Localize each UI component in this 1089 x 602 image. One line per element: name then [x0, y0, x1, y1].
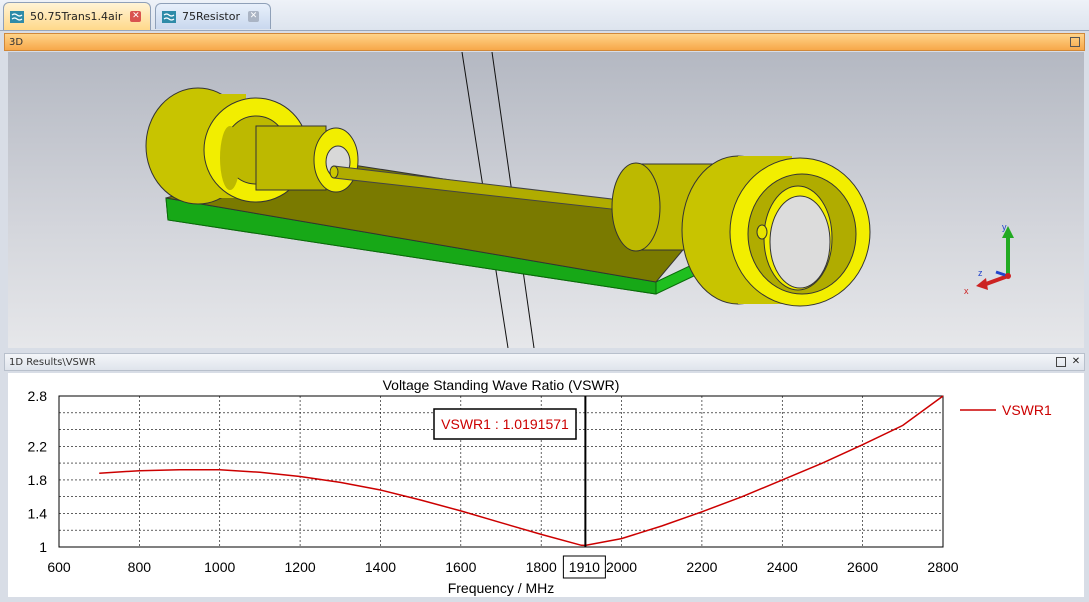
x-tick-label: 600	[47, 559, 71, 575]
vswr-plot-area[interactable]: 1 1.4 1.8 2.2 2.8 600 800 1000 1200 1400 1600 1800 2…	[8, 373, 1084, 597]
tab-label: 50.75Trans1.4air	[30, 10, 123, 23]
panel-3d-header: 3D	[4, 33, 1085, 51]
3d-view[interactable]: y z x	[8, 52, 1084, 348]
x-tick-label: 800	[128, 559, 152, 575]
chart-title: Voltage Standing Wave Ratio (VSWR)	[383, 377, 620, 393]
x-tick-label: 2800	[927, 559, 958, 575]
close-icon[interactable]: ✕	[248, 11, 259, 22]
marker-x-value: 1910	[569, 559, 600, 575]
y-tick-label: 2.2	[28, 438, 48, 454]
tab-50-75trans1-4air[interactable]: 50.75Trans1.4air ✕	[3, 2, 151, 30]
panel-1d-title: 1D Results\VSWR	[9, 356, 96, 368]
axis-z-label: z	[978, 268, 983, 278]
y-tick-label: 1.4	[28, 505, 48, 521]
vswr-chart: 1 1.4 1.8 2.2 2.8 600 800 1000 1200 1400 1600 1800 2…	[28, 377, 1052, 596]
tab-75resistor[interactable]: 75Resistor ✕	[155, 3, 271, 29]
legend-label: VSWR1	[1002, 402, 1052, 418]
y-tick-label: 1.8	[28, 472, 48, 488]
axis-y-label: y	[1002, 222, 1007, 232]
maximize-icon[interactable]	[1056, 357, 1066, 367]
close-icon[interactable]: ✕	[130, 11, 142, 22]
x-tick-label: 1800	[526, 559, 557, 575]
x-tick-label: 1400	[365, 559, 396, 575]
x-tick-label: 2000	[606, 559, 637, 575]
document-tab-bar: 50.75Trans1.4air ✕ 75Resistor ✕	[0, 0, 1089, 31]
close-icon[interactable]: ✕	[1071, 357, 1081, 367]
x-tick-label: 1600	[445, 559, 476, 575]
x-tick-label: 2600	[847, 559, 878, 575]
x-tick-label: 2400	[767, 559, 798, 575]
waveguide-icon	[162, 10, 176, 23]
panel-3d-title: 3D	[9, 36, 24, 48]
axis-triad: y z x	[964, 222, 1014, 296]
axis-x-label: x	[964, 286, 969, 296]
x-axis-label: Frequency / MHz	[448, 580, 555, 596]
y-tick-label: 2.8	[28, 388, 48, 404]
panel-1d-header: 1D Results\VSWR ✕	[4, 353, 1085, 371]
marker-readout: VSWR1 : 1.0191571	[441, 416, 569, 432]
x-tick-label: 1000	[204, 559, 235, 575]
y-tick-label: 1	[39, 539, 47, 555]
maximize-icon[interactable]	[1070, 37, 1080, 47]
x-tick-label: 1200	[285, 559, 316, 575]
x-tick-label: 2200	[686, 559, 717, 575]
3d-model	[145, 52, 871, 348]
tab-label: 75Resistor	[182, 10, 240, 23]
waveguide-icon	[10, 10, 24, 23]
